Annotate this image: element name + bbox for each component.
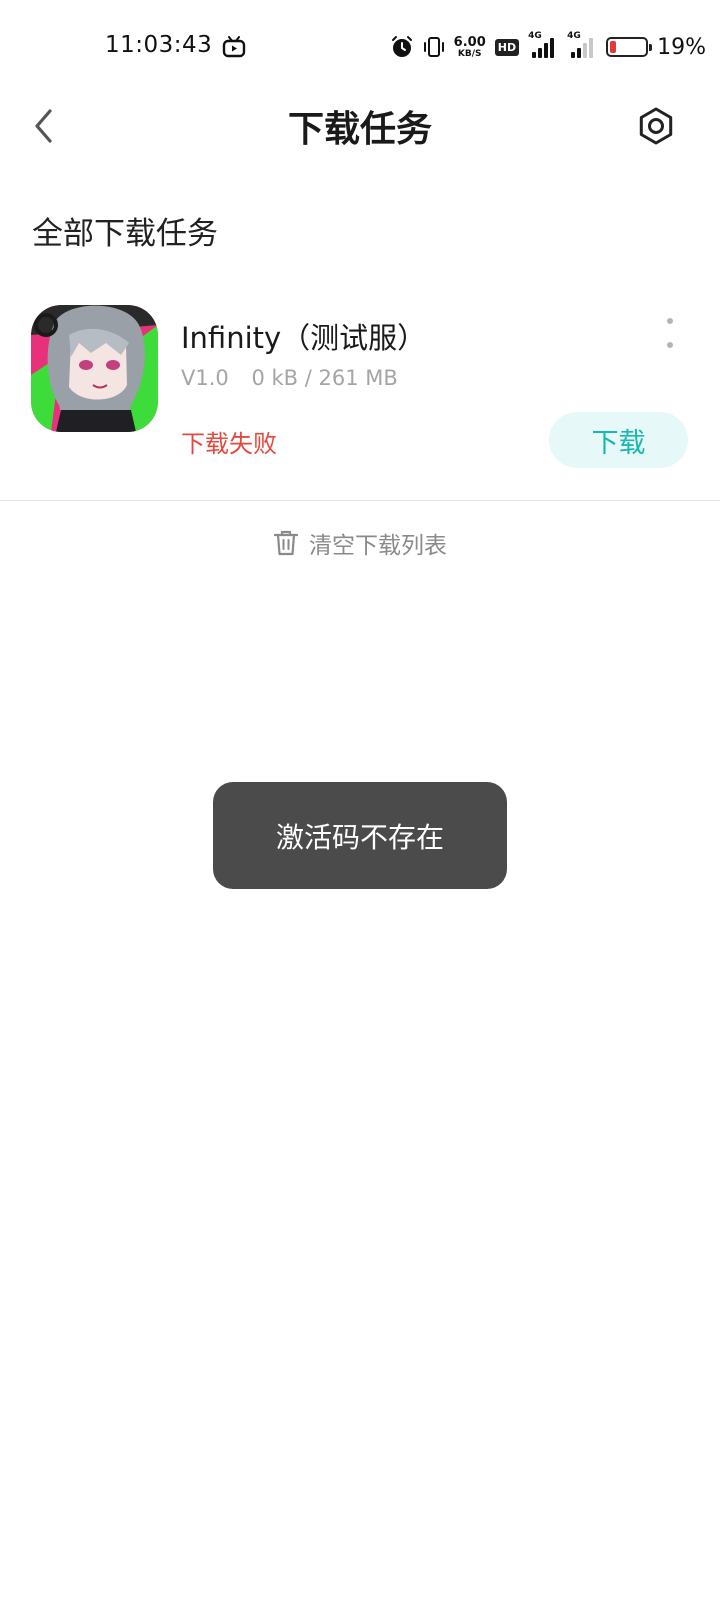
top-app-bar: 下载任务 [0, 96, 720, 156]
alarm-icon [391, 36, 412, 57]
hd-voice-badge: HD [494, 38, 520, 56]
page-title: 下载任务 [287, 109, 432, 150]
battery-percent: 19% [657, 34, 706, 60]
download-task-item[interactable]: Infinity（测试服） V1.0 0 kB / 261 MB 下载失败 下载 [0, 290, 720, 500]
trash-icon [273, 530, 299, 556]
gear-icon[interactable] [636, 106, 676, 146]
section-title: 全部下载任务 [32, 216, 218, 252]
app-meta: V1.0 0 kB / 261 MB [181, 366, 398, 390]
toast-message: 激活码不存在 [213, 782, 507, 889]
download-button[interactable]: 下载 [549, 412, 688, 468]
tv-app-icon [222, 36, 246, 58]
more-options-icon[interactable] [662, 318, 678, 348]
clear-download-list-button[interactable]: 清空下载列表 [0, 526, 720, 560]
app-name: Infinity（测试服） [181, 321, 427, 355]
app-icon [31, 305, 158, 432]
divider [0, 500, 720, 501]
download-tasks-screen: 11:03:43 6.00 KB/S HD 4G 4G 19% 下载任务 全部下… [0, 0, 720, 1600]
network-speed-value: 6.00 [453, 34, 486, 50]
network-speed: 6.00 KB/S [454, 36, 486, 59]
signal-sim1-icon: 4G [528, 31, 558, 58]
clear-download-list-label: 清空下载列表 [309, 533, 447, 559]
sim2-network-label: 4G [567, 31, 581, 41]
status-time: 11:03:43 [105, 32, 213, 58]
battery-icon [606, 37, 653, 57]
battery-level [610, 41, 617, 53]
signal-sim2-icon: 4G [567, 31, 597, 58]
download-size-progress: 0 kB / 261 MB [251, 366, 398, 390]
network-speed-unit: KB/S [457, 48, 482, 59]
app-version: V1.0 [181, 366, 229, 390]
status-icons: 6.00 KB/S HD 4G 4G 19% [390, 30, 706, 64]
status-bar: 11:03:43 6.00 KB/S HD 4G 4G 19% [0, 0, 720, 96]
vibrate-icon [423, 37, 444, 57]
download-status: 下载失败 [181, 430, 277, 458]
sim1-network-label: 4G [528, 31, 542, 41]
